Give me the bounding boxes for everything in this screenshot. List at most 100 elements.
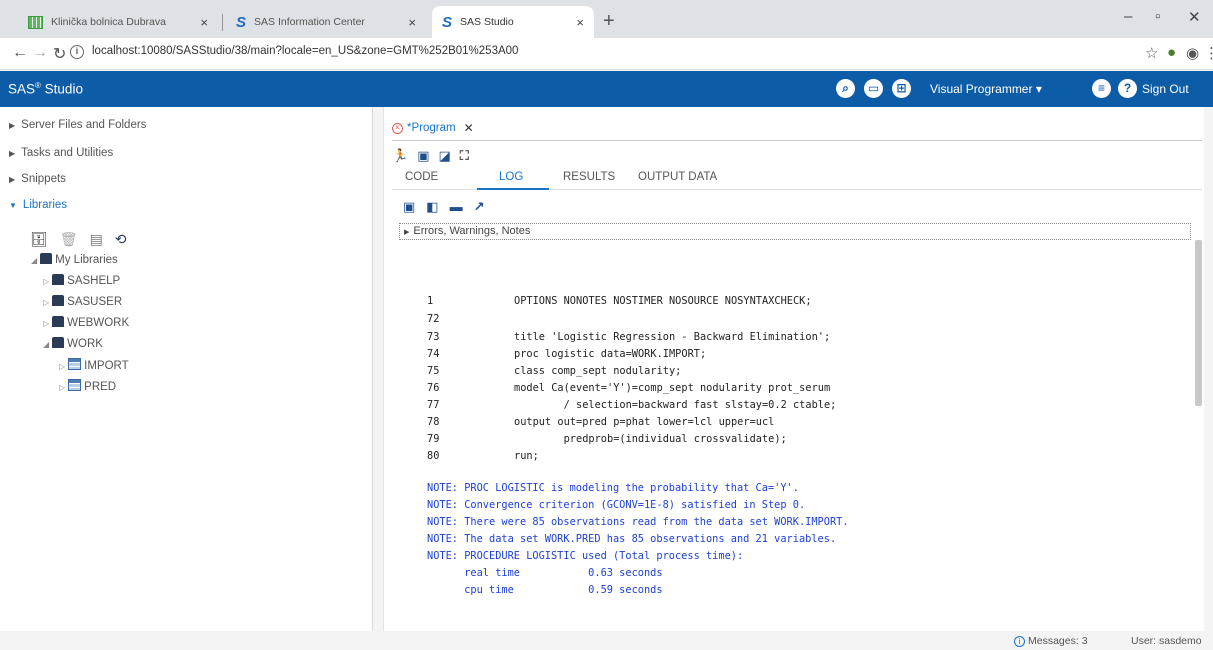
log-note: NOTE: There were 85 observations read fr… bbox=[427, 516, 849, 528]
app-header: SAS® Studio ⌕ ▭ ⊞ Visual Programmer ▾ ≡ … bbox=[0, 71, 1213, 107]
menu-dots-icon[interactable]: ⋮ bbox=[1204, 44, 1213, 62]
log-line: 1 OPTIONS NONOTES NOSTIMER NOSOURCE NOSYN… bbox=[427, 295, 812, 307]
sign-out-button[interactable]: Sign Out bbox=[1142, 82, 1189, 96]
search-icon[interactable]: ⌕ bbox=[836, 79, 855, 98]
save-icon[interactable]: ▣ bbox=[417, 148, 429, 164]
section-tasks-utilities[interactable]: ▶ Tasks and Utilities bbox=[9, 147, 113, 159]
browser-tab-sas-info-center[interactable]: S SAS Information Center × bbox=[226, 6, 426, 38]
tree-table-pred[interactable]: ▷ PRED bbox=[59, 379, 116, 393]
tree-table-import[interactable]: ▷ IMPORT bbox=[59, 358, 129, 372]
browser-tab-sas-studio[interactable]: S SAS Studio × bbox=[432, 6, 594, 38]
library-icon bbox=[52, 337, 65, 348]
log-note: NOTE: PROC LOGISTIC is modeling the prob… bbox=[427, 482, 799, 494]
profile-icon[interactable]: ◉ bbox=[1186, 44, 1199, 62]
log-note: real time 0.63 seconds bbox=[427, 567, 663, 579]
caret-down-icon: ▼ bbox=[9, 201, 17, 210]
chevron-down-icon: ▾ bbox=[1035, 82, 1042, 96]
extension-icon[interactable]: ● bbox=[1167, 44, 1176, 61]
sas-favicon-icon: S bbox=[442, 13, 453, 31]
reload-icon[interactable]: ↻ bbox=[53, 44, 66, 64]
tab-program[interactable]: × *Program ✕ bbox=[392, 117, 474, 139]
section-snippets[interactable]: ▶ Snippets bbox=[9, 173, 66, 185]
sas-favicon-icon: S bbox=[236, 13, 247, 31]
tab-close-icon[interactable]: × bbox=[408, 15, 416, 30]
status-bar: i Messages: 3 User: sasdemo bbox=[0, 631, 1213, 650]
tab-close-icon[interactable]: × bbox=[576, 15, 584, 30]
caret-right-icon: ▶ bbox=[9, 175, 16, 184]
save-as-icon[interactable]: ◪ bbox=[438, 148, 450, 164]
download-log-icon[interactable]: ◧ bbox=[426, 199, 438, 215]
log-line: 80 run; bbox=[427, 450, 539, 462]
tab-close-icon[interactable]: × bbox=[200, 15, 208, 30]
perspective-dropdown[interactable]: Visual Programmer ▾ bbox=[930, 82, 1042, 96]
section-server-files[interactable]: ▶ Server Files and Folders bbox=[9, 119, 146, 131]
tree-lib-sashelp[interactable]: ▷ SASHELP bbox=[43, 274, 120, 287]
log-line: 76 model Ca(event='Y')=comp_sept nodulari… bbox=[427, 382, 831, 394]
info-icon: i bbox=[1014, 636, 1025, 647]
tab-log[interactable]: LOG bbox=[499, 171, 523, 183]
log-line: 77 / selection=backward fast slstay=0.2 … bbox=[427, 399, 837, 411]
tree-lib-work[interactable]: ◢ WORK bbox=[43, 337, 103, 350]
minimize-button[interactable]: – bbox=[1124, 8, 1132, 25]
library-icon bbox=[40, 253, 53, 264]
run-icon[interactable]: 🏃 bbox=[392, 148, 408, 164]
print-icon[interactable]: ▬ bbox=[450, 199, 463, 215]
tab-code[interactable]: CODE bbox=[405, 171, 438, 183]
expand-icon[interactable]: ↗ bbox=[474, 199, 485, 215]
options-menu-icon[interactable]: ≡ bbox=[1092, 79, 1111, 98]
grid-apps-icon[interactable]: ⊞ bbox=[892, 79, 911, 98]
errors-warnings-notes-panel[interactable]: ▶ Errors, Warnings, Notes bbox=[399, 223, 1191, 240]
address-bar: ← → ↻ i localhost:10080/SASStudio/38/mai… bbox=[0, 38, 1213, 70]
log-note: NOTE: The data set WORK.PRED has 85 obse… bbox=[427, 533, 837, 545]
log-line: 75 class comp_sept nodularity; bbox=[427, 365, 682, 377]
collapsed-icon: ▷ bbox=[59, 362, 66, 371]
tree-my-libraries[interactable]: ◢ My Libraries bbox=[31, 253, 118, 266]
restore-button[interactable]: ▫ bbox=[1155, 8, 1160, 25]
tab-results[interactable]: RESULTS bbox=[563, 171, 615, 183]
spreadsheet-favicon-icon bbox=[28, 15, 43, 29]
folder-icon[interactable]: ▭ bbox=[864, 79, 883, 98]
properties-icon[interactable]: ▤ bbox=[90, 231, 103, 248]
tab-divider bbox=[222, 14, 223, 31]
table-icon bbox=[68, 379, 82, 391]
collapsed-icon: ▷ bbox=[43, 298, 50, 307]
tab-title: Klinička bolnica Dubrava bbox=[51, 16, 166, 28]
delete-icon[interactable]: 🗑 bbox=[60, 231, 78, 248]
collapsed-icon: ▷ bbox=[59, 383, 66, 392]
expanded-icon: ◢ bbox=[43, 340, 50, 349]
info-icon[interactable]: i bbox=[70, 45, 84, 59]
back-arrow-icon[interactable]: ← bbox=[12, 44, 28, 62]
log-scrollbar[interactable] bbox=[1195, 240, 1202, 406]
refresh-icon[interactable]: ⟲ bbox=[115, 231, 127, 248]
tree-lib-webwork[interactable]: ▷ WEBWORK bbox=[43, 316, 129, 329]
tree-lib-sasuser[interactable]: ▷ SASUSER bbox=[43, 295, 122, 308]
url-field[interactable]: localhost:10080/SASStudio/38/main?locale… bbox=[92, 45, 518, 57]
new-tab-button[interactable]: + bbox=[603, 10, 615, 33]
library-icon bbox=[52, 274, 65, 285]
browser-tab-dubrava[interactable]: Klinička bolnica Dubrava × bbox=[18, 6, 218, 38]
log-line: 74 proc logistic data=WORK.IMPORT; bbox=[427, 348, 707, 360]
caret-right-icon: ▶ bbox=[404, 229, 410, 236]
log-note: NOTE: Convergence criterion (GCONV=1E-8)… bbox=[427, 499, 806, 511]
divider bbox=[392, 140, 1202, 141]
app-title: SAS® Studio bbox=[8, 81, 83, 97]
maximize-icon[interactable]: ⛶ bbox=[460, 148, 469, 164]
star-icon[interactable]: ☆ bbox=[1145, 44, 1158, 62]
tab-title: SAS Information Center bbox=[254, 16, 365, 28]
log-line: 79 predprob=(individual crossvalidate); bbox=[427, 433, 787, 445]
caret-right-icon: ▶ bbox=[9, 149, 16, 158]
new-library-icon[interactable]: 🗄 bbox=[30, 231, 48, 248]
forward-arrow-icon[interactable]: → bbox=[32, 44, 48, 62]
close-icon[interactable]: ✕ bbox=[464, 121, 474, 135]
library-icon bbox=[52, 295, 65, 306]
log-line: 73 title 'Logistic Regression - Backward … bbox=[427, 331, 831, 343]
help-icon[interactable]: ? bbox=[1118, 79, 1137, 98]
close-window-button[interactable]: ✕ bbox=[1188, 8, 1201, 26]
tab-output-data[interactable]: OUTPUT DATA bbox=[638, 171, 717, 183]
table-icon bbox=[68, 358, 82, 370]
navigation-pane: ▶ Server Files and Folders ▶ Tasks and Uti… bbox=[0, 107, 373, 631]
save-log-icon[interactable]: ▣ bbox=[403, 199, 415, 215]
error-status-icon: × bbox=[392, 122, 403, 134]
section-libraries[interactable]: ▼ Libraries bbox=[9, 199, 67, 211]
messages-status[interactable]: i Messages: 3 bbox=[1014, 635, 1088, 647]
